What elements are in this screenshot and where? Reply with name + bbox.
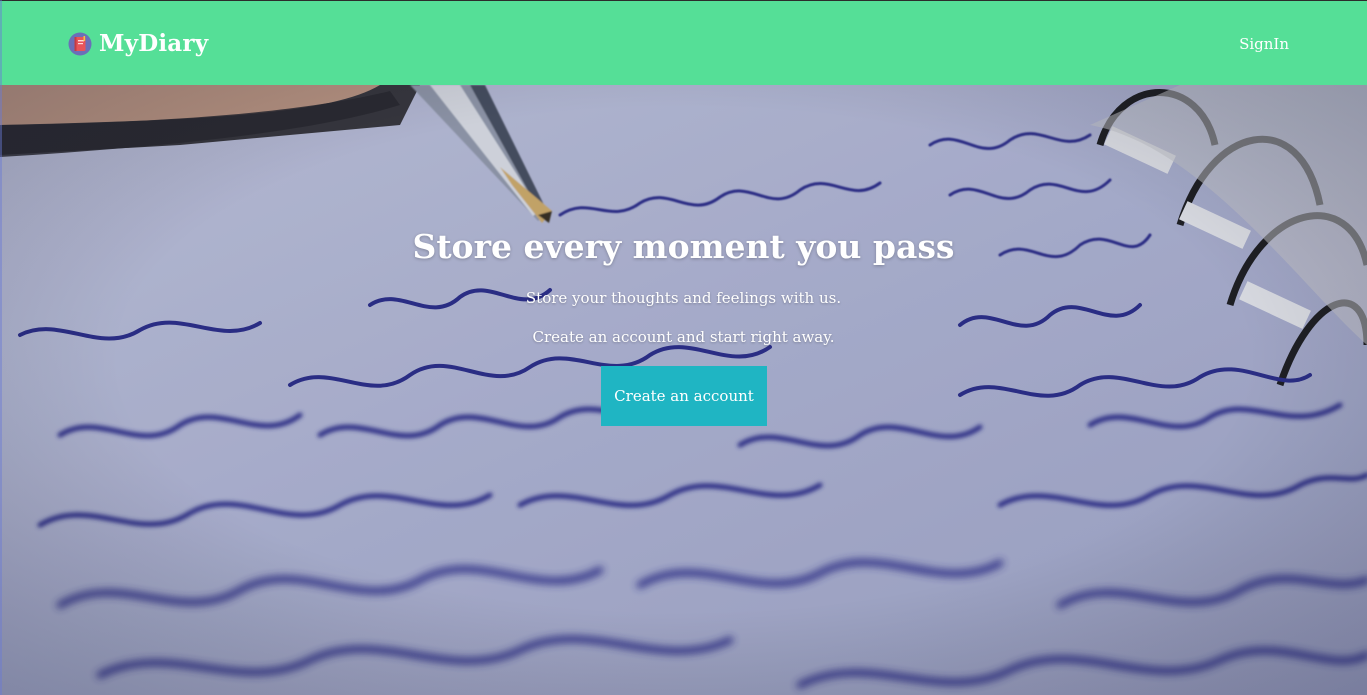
- hero-section: Store every moment you pass Store your t…: [0, 85, 1367, 695]
- signin-link[interactable]: SignIn: [1239, 35, 1289, 53]
- navbar: MyDiary SignIn: [0, 0, 1367, 85]
- brand-name: MyDiary: [99, 30, 209, 57]
- window-edge: [0, 0, 2, 695]
- hero-title: Store every moment you pass: [412, 227, 955, 266]
- hero-subtitle-2: Create an account and start right away.: [532, 328, 835, 346]
- hero-subtitle-1: Store your thoughts and feelings with us…: [525, 289, 842, 307]
- brand-link[interactable]: MyDiary: [68, 30, 208, 57]
- create-account-button[interactable]: Create an account: [601, 366, 767, 426]
- page: MyDiary SignIn Store every moment you pa…: [0, 0, 1367, 695]
- diary-book-icon: [68, 32, 92, 55]
